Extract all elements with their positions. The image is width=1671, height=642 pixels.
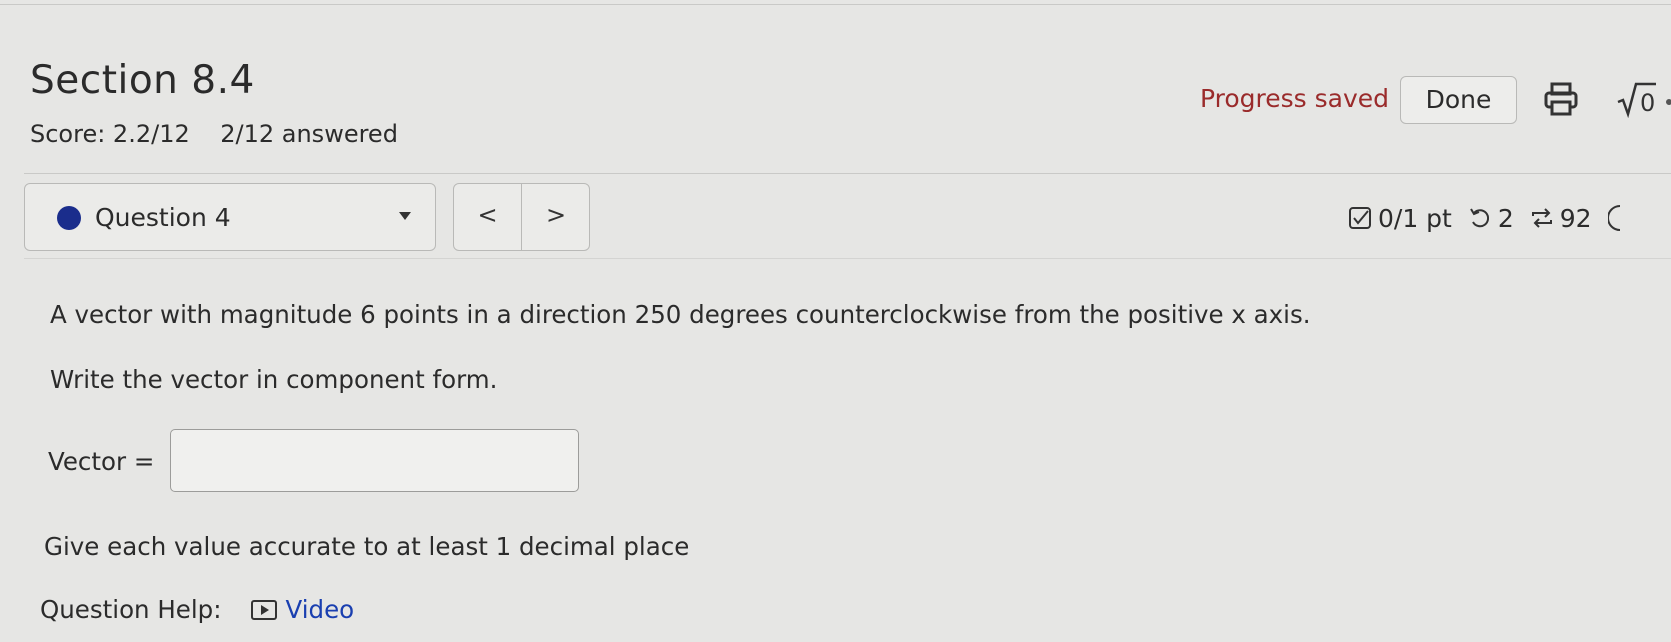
question-meta: 0/1 pt 2 92 [1348,203,1622,233]
progress-status: Progress saved [1200,84,1390,113]
header-divider [24,173,1671,174]
previous-question-button[interactable]: < [454,184,522,250]
attempts-icon [1531,208,1552,228]
question-select[interactable]: Question 4 [24,183,436,251]
checkbox-score-icon [1349,207,1371,229]
more-icon [1607,205,1620,231]
page-title: Section 8.4 [30,58,255,103]
done-button[interactable]: Done [1400,76,1517,124]
precision-hint: Give each value accurate to at least 1 d… [44,532,690,561]
caret-down-icon [399,212,411,220]
question-help-label: Question Help: [40,595,222,624]
assignment-page: Section 8.4 Score: 2.2/12 2/12 answered … [0,0,1671,642]
question-select-label: Question 4 [95,203,231,232]
video-link-label: Video [285,595,355,624]
question-divider [24,258,1671,259]
video-help-link[interactable]: Video [251,595,354,624]
top-divider [0,4,1671,5]
answer-label: Vector = [48,447,155,476]
retry-icon [1470,208,1489,228]
video-icon [251,599,278,620]
question-help: Question Help: Video [40,595,354,624]
score-summary: Score: 2.2/12 2/12 answered [30,120,398,148]
question-nav-group: < > [453,183,590,251]
sqrt-icon[interactable]: 0 [1616,80,1671,118]
attempts-value: 92 [1559,203,1592,233]
points-value: 0/1 pt [1378,203,1452,233]
question-instruction: Write the vector in component form. [50,365,498,394]
svg-text:0: 0 [1640,89,1655,117]
vector-answer-input[interactable] [170,429,579,492]
retries-value: 2 [1497,203,1514,233]
question-prompt: A vector with magnitude 6 points in a di… [50,300,1311,329]
next-question-button[interactable]: > [522,184,589,250]
print-icon[interactable] [1542,80,1580,118]
question-status-dot [57,206,81,230]
